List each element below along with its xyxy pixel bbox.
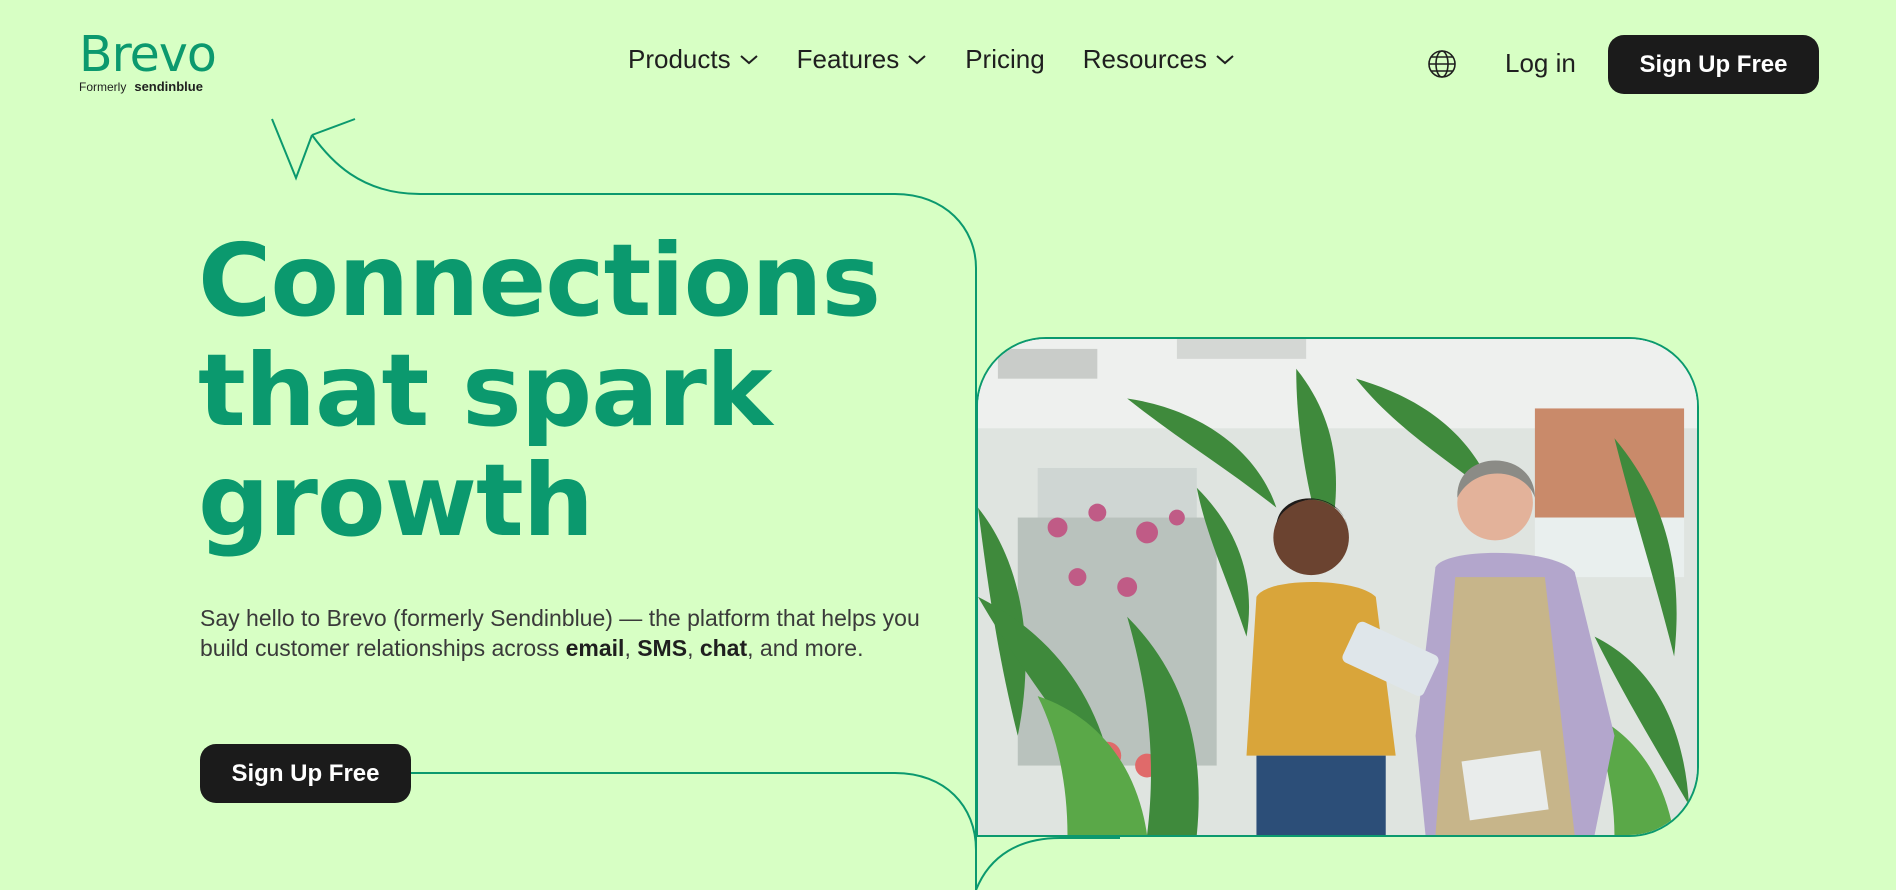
subtext-chat: chat (699, 635, 748, 661)
subtext-email: email (565, 635, 625, 661)
nav-item-pricing[interactable]: Pricing (965, 44, 1044, 75)
nav-item-label: Resources (1082, 44, 1207, 74)
formerly-name: sendinblue (134, 79, 203, 94)
brand-logo[interactable]: Brevo Formerly sendinblue (79, 26, 217, 94)
nav-item-features[interactable]: Features (797, 44, 928, 75)
hero-image (976, 337, 1699, 837)
subtext-outro: , and more. (747, 635, 864, 661)
subtext-sms: SMS (637, 635, 688, 661)
nav-item-label: Pricing (965, 44, 1045, 74)
subtext-sep: , (687, 635, 700, 661)
photo-two-women-plant-shop-icon (978, 339, 1697, 835)
nav-item-label: Products (628, 44, 731, 74)
chevron-down-icon (1216, 54, 1234, 64)
signup-button-header[interactable]: Sign Up Free (1608, 35, 1819, 94)
subtext-sep: , (624, 635, 638, 661)
login-link[interactable]: Log in (1505, 48, 1576, 79)
globe-icon[interactable] (1427, 49, 1457, 79)
nav-item-products[interactable]: Products (628, 44, 759, 75)
signup-button-hero[interactable]: Sign Up Free (200, 744, 411, 803)
chevron-down-icon (739, 54, 758, 64)
chevron-down-icon (908, 54, 926, 64)
formerly-label: Formerly (79, 80, 127, 94)
hero-subtext: Say hello to Brevo (formerly Sendinblue)… (200, 603, 920, 663)
main-nav: Products Features Pricing Resources (628, 44, 1235, 75)
brand-name: Brevo (79, 26, 217, 83)
nav-item-resources[interactable]: Resources (1083, 44, 1235, 75)
headline-line: that spark (198, 332, 773, 449)
hero-headline: Connections that spark growth (198, 226, 958, 556)
nav-item-label: Features (796, 44, 900, 74)
headline-line: Connections (198, 222, 881, 339)
headline-line: growth (198, 442, 594, 559)
brand-formerly: Formerly sendinblue (79, 79, 216, 94)
